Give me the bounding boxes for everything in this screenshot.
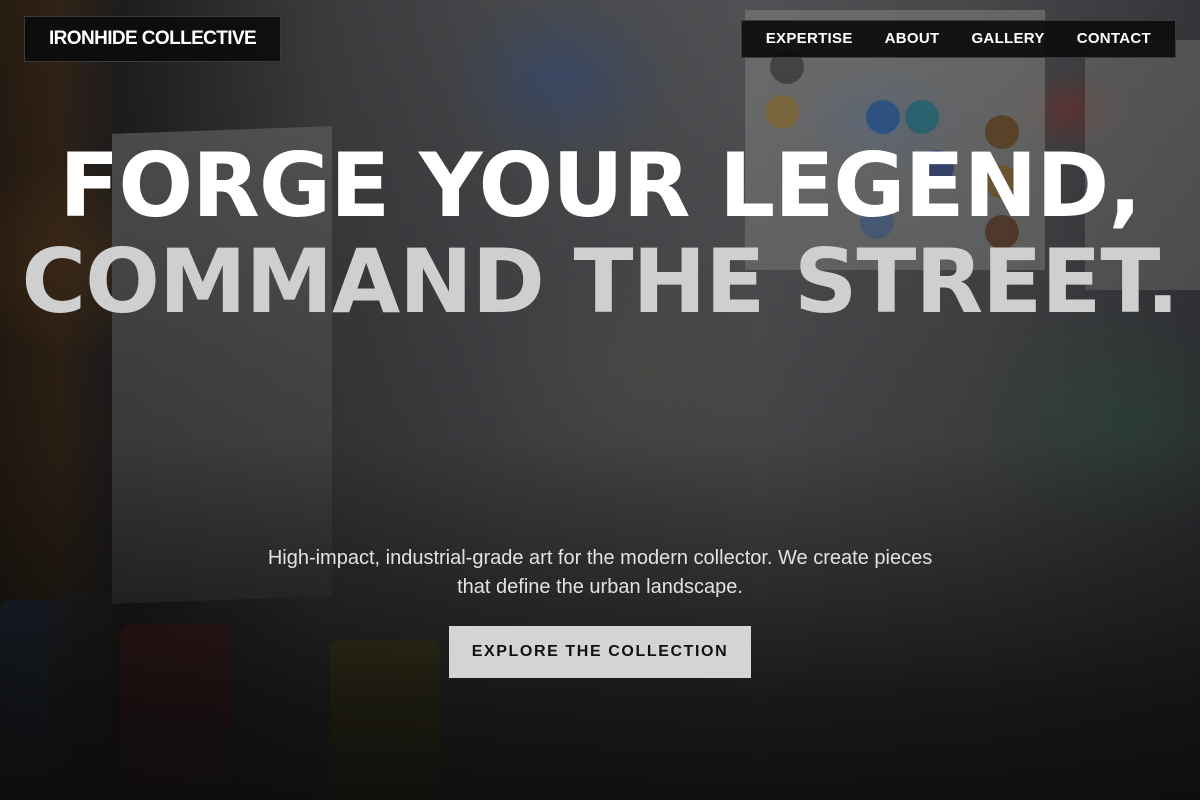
hero-background-image	[0, 0, 1200, 800]
dark-overlay	[0, 0, 1200, 800]
headline-line-1: FORGE YOUR LEGEND,	[59, 134, 1142, 237]
nav-link-expertise[interactable]: EXPERTISE	[750, 20, 869, 58]
nav-link-gallery[interactable]: GALLERY	[955, 20, 1060, 58]
nav-link-about[interactable]: ABOUT	[869, 20, 956, 58]
main-nav: EXPERTISE ABOUT GALLERY CONTACT	[740, 20, 1176, 58]
brand-logo[interactable]: IRONHIDE COLLECTIVE	[24, 16, 282, 62]
brand-name: IRONHIDE COLLECTIVE	[49, 28, 257, 49]
headline-line-2: COMMAND THE STREET.	[21, 230, 1180, 333]
nav-link-contact[interactable]: CONTACT	[1061, 20, 1167, 58]
hero-subtitle: High-impact, industrial-grade art for th…	[267, 547, 933, 598]
explore-collection-button[interactable]: EXPLORE THE COLLECTION	[449, 626, 751, 678]
hero-headline: FORGE YOUR LEGEND, COMMAND THE STREET.	[0, 138, 1200, 330]
